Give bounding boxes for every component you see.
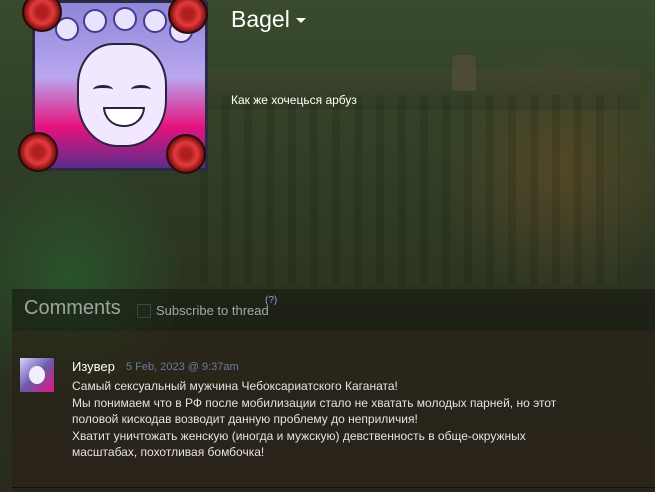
avatar-face	[77, 43, 167, 147]
comment-author[interactable]: Изувер	[72, 359, 115, 374]
comment-line: Мы понимаем что в РФ после мобилизации с…	[72, 395, 557, 410]
background-house	[200, 95, 620, 285]
subscribe-label: Subscribe to thread	[156, 303, 269, 318]
eye-icon	[131, 85, 151, 94]
mouth-icon	[103, 107, 145, 127]
help-link[interactable]: (?)	[265, 295, 277, 306]
flower-icon	[143, 9, 167, 33]
flower-icon	[113, 7, 137, 31]
profile-status: Как же хочецься арбуз	[231, 93, 357, 107]
comment-line: Самый сексуальный мужчина Чебоксариатско…	[72, 379, 398, 393]
comment-timestamp: 5 Feb, 2023 @ 9:37am	[126, 361, 239, 373]
profile-avatar[interactable]	[18, 0, 208, 180]
comment-line: половой кискодав возводит данную проблем…	[72, 412, 418, 426]
profile-username[interactable]: Bagel	[231, 6, 306, 33]
rose-icon	[166, 134, 206, 174]
rose-icon	[18, 132, 58, 172]
comment-thread: Изувер 5 Feb, 2023 @ 9:37am Самый сексуа…	[12, 331, 655, 492]
eye-icon	[93, 85, 113, 94]
comment-avatar[interactable]	[19, 357, 55, 393]
checkbox-icon[interactable]	[137, 303, 151, 318]
background-chimney	[452, 55, 476, 91]
flower-icon	[83, 9, 107, 33]
comment-line: масштабах, похотливая бомбочка!	[72, 445, 265, 459]
comment-text: Самый сексуальный мужчина Чебоксариатско…	[72, 378, 592, 461]
comments-title: Comments	[24, 297, 121, 319]
chevron-down-icon[interactable]	[295, 18, 306, 24]
username-label: Bagel	[231, 6, 290, 32]
comment-line: Хватит уничтожать женскую (иногда и мужс…	[72, 428, 526, 443]
subscribe-to-thread[interactable]: Subscribe to thread	[137, 303, 269, 318]
comments-header: Comments Subscribe to thread (?)	[12, 289, 655, 331]
divider	[12, 487, 655, 488]
